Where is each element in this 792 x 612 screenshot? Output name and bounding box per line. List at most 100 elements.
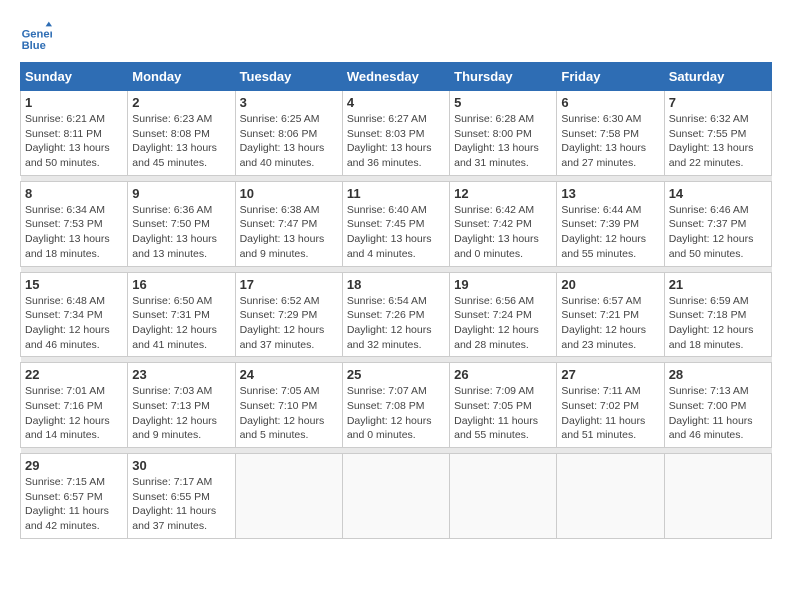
sunset-label: Sunset: 7:47 PM — [240, 218, 318, 230]
sunrise-label: Sunrise: 7:03 AM — [132, 385, 212, 397]
sunset-label: Sunset: 7:08 PM — [347, 400, 425, 412]
day-number: 28 — [669, 367, 767, 382]
day-info: Sunrise: 6:36 AM Sunset: 7:50 PM Dayligh… — [132, 203, 230, 262]
sunrise-label: Sunrise: 7:09 AM — [454, 385, 534, 397]
calendar-day-cell: 9 Sunrise: 6:36 AM Sunset: 7:50 PM Dayli… — [128, 181, 235, 266]
sunrise-label: Sunrise: 6:32 AM — [669, 113, 749, 125]
day-info: Sunrise: 6:28 AM Sunset: 8:00 PM Dayligh… — [454, 112, 552, 171]
day-info: Sunrise: 6:34 AM Sunset: 7:53 PM Dayligh… — [25, 203, 123, 262]
day-number: 4 — [347, 95, 445, 110]
daylight-label: Daylight: 11 hours and 51 minutes. — [561, 415, 645, 442]
column-header-tuesday: Tuesday — [235, 63, 342, 91]
sunrise-label: Sunrise: 6:42 AM — [454, 204, 534, 216]
column-header-thursday: Thursday — [450, 63, 557, 91]
daylight-label: Daylight: 12 hours and 28 minutes. — [454, 324, 539, 351]
calendar-week-row: 29 Sunrise: 7:15 AM Sunset: 6:57 PM Dayl… — [21, 454, 772, 539]
sunset-label: Sunset: 7:05 PM — [454, 400, 532, 412]
sunrise-label: Sunrise: 6:59 AM — [669, 295, 749, 307]
sunrise-label: Sunrise: 7:15 AM — [25, 476, 105, 488]
daylight-label: Daylight: 13 hours and 27 minutes. — [561, 142, 646, 169]
sunrise-label: Sunrise: 7:17 AM — [132, 476, 212, 488]
calendar-day-cell — [235, 454, 342, 539]
sunset-label: Sunset: 7:21 PM — [561, 309, 639, 321]
calendar-week-row: 8 Sunrise: 6:34 AM Sunset: 7:53 PM Dayli… — [21, 181, 772, 266]
calendar-day-cell: 4 Sunrise: 6:27 AM Sunset: 8:03 PM Dayli… — [342, 91, 449, 176]
sunset-label: Sunset: 7:31 PM — [132, 309, 210, 321]
day-info: Sunrise: 6:48 AM Sunset: 7:34 PM Dayligh… — [25, 294, 123, 353]
daylight-label: Daylight: 13 hours and 0 minutes. — [454, 233, 539, 260]
day-info: Sunrise: 7:13 AM Sunset: 7:00 PM Dayligh… — [669, 384, 767, 443]
day-info: Sunrise: 6:56 AM Sunset: 7:24 PM Dayligh… — [454, 294, 552, 353]
calendar-day-cell: 10 Sunrise: 6:38 AM Sunset: 7:47 PM Dayl… — [235, 181, 342, 266]
logo-icon: General Blue — [20, 20, 52, 52]
day-number: 21 — [669, 277, 767, 292]
sunset-label: Sunset: 7:37 PM — [669, 218, 747, 230]
day-number: 15 — [25, 277, 123, 292]
sunrise-label: Sunrise: 6:30 AM — [561, 113, 641, 125]
calendar-day-cell — [342, 454, 449, 539]
sunrise-label: Sunrise: 7:05 AM — [240, 385, 320, 397]
sunrise-label: Sunrise: 6:50 AM — [132, 295, 212, 307]
day-number: 20 — [561, 277, 659, 292]
sunrise-label: Sunrise: 6:52 AM — [240, 295, 320, 307]
column-header-wednesday: Wednesday — [342, 63, 449, 91]
daylight-label: Daylight: 13 hours and 40 minutes. — [240, 142, 325, 169]
day-number: 7 — [669, 95, 767, 110]
calendar-day-cell: 3 Sunrise: 6:25 AM Sunset: 8:06 PM Dayli… — [235, 91, 342, 176]
sunset-label: Sunset: 6:55 PM — [132, 491, 210, 503]
daylight-label: Daylight: 11 hours and 55 minutes. — [454, 415, 538, 442]
day-number: 16 — [132, 277, 230, 292]
sunset-label: Sunset: 7:53 PM — [25, 218, 103, 230]
column-header-sunday: Sunday — [21, 63, 128, 91]
sunset-label: Sunset: 7:00 PM — [669, 400, 747, 412]
daylight-label: Daylight: 13 hours and 50 minutes. — [25, 142, 110, 169]
day-info: Sunrise: 6:59 AM Sunset: 7:18 PM Dayligh… — [669, 294, 767, 353]
day-info: Sunrise: 6:50 AM Sunset: 7:31 PM Dayligh… — [132, 294, 230, 353]
calendar-day-cell: 11 Sunrise: 6:40 AM Sunset: 7:45 PM Dayl… — [342, 181, 449, 266]
day-info: Sunrise: 6:25 AM Sunset: 8:06 PM Dayligh… — [240, 112, 338, 171]
sunset-label: Sunset: 7:29 PM — [240, 309, 318, 321]
calendar-day-cell: 18 Sunrise: 6:54 AM Sunset: 7:26 PM Dayl… — [342, 272, 449, 357]
sunrise-label: Sunrise: 6:57 AM — [561, 295, 641, 307]
calendar-day-cell: 5 Sunrise: 6:28 AM Sunset: 8:00 PM Dayli… — [450, 91, 557, 176]
sunrise-label: Sunrise: 6:46 AM — [669, 204, 749, 216]
day-number: 8 — [25, 186, 123, 201]
daylight-label: Daylight: 12 hours and 23 minutes. — [561, 324, 646, 351]
calendar-day-cell: 14 Sunrise: 6:46 AM Sunset: 7:37 PM Dayl… — [664, 181, 771, 266]
day-number: 9 — [132, 186, 230, 201]
calendar-week-row: 15 Sunrise: 6:48 AM Sunset: 7:34 PM Dayl… — [21, 272, 772, 357]
day-info: Sunrise: 6:42 AM Sunset: 7:42 PM Dayligh… — [454, 203, 552, 262]
calendar-day-cell: 22 Sunrise: 7:01 AM Sunset: 7:16 PM Dayl… — [21, 363, 128, 448]
sunrise-label: Sunrise: 7:13 AM — [669, 385, 749, 397]
page-header: General Blue — [20, 20, 772, 52]
day-number: 24 — [240, 367, 338, 382]
sunrise-label: Sunrise: 7:07 AM — [347, 385, 427, 397]
day-info: Sunrise: 6:21 AM Sunset: 8:11 PM Dayligh… — [25, 112, 123, 171]
sunset-label: Sunset: 7:24 PM — [454, 309, 532, 321]
day-number: 17 — [240, 277, 338, 292]
day-info: Sunrise: 7:09 AM Sunset: 7:05 PM Dayligh… — [454, 384, 552, 443]
sunset-label: Sunset: 7:55 PM — [669, 128, 747, 140]
sunrise-label: Sunrise: 6:27 AM — [347, 113, 427, 125]
calendar-day-cell: 28 Sunrise: 7:13 AM Sunset: 7:00 PM Dayl… — [664, 363, 771, 448]
calendar-day-cell: 30 Sunrise: 7:17 AM Sunset: 6:55 PM Dayl… — [128, 454, 235, 539]
calendar-day-cell: 13 Sunrise: 6:44 AM Sunset: 7:39 PM Dayl… — [557, 181, 664, 266]
day-number: 22 — [25, 367, 123, 382]
sunrise-label: Sunrise: 7:11 AM — [561, 385, 640, 397]
sunrise-label: Sunrise: 7:01 AM — [25, 385, 105, 397]
daylight-label: Daylight: 12 hours and 46 minutes. — [25, 324, 110, 351]
calendar-day-cell: 25 Sunrise: 7:07 AM Sunset: 7:08 PM Dayl… — [342, 363, 449, 448]
calendar-day-cell: 19 Sunrise: 6:56 AM Sunset: 7:24 PM Dayl… — [450, 272, 557, 357]
calendar-day-cell: 20 Sunrise: 6:57 AM Sunset: 7:21 PM Dayl… — [557, 272, 664, 357]
day-info: Sunrise: 7:11 AM Sunset: 7:02 PM Dayligh… — [561, 384, 659, 443]
daylight-label: Daylight: 13 hours and 31 minutes. — [454, 142, 539, 169]
calendar-day-cell — [557, 454, 664, 539]
daylight-label: Daylight: 12 hours and 0 minutes. — [347, 415, 432, 442]
sunrise-label: Sunrise: 6:44 AM — [561, 204, 641, 216]
day-info: Sunrise: 6:44 AM Sunset: 7:39 PM Dayligh… — [561, 203, 659, 262]
sunrise-label: Sunrise: 6:40 AM — [347, 204, 427, 216]
sunrise-label: Sunrise: 6:36 AM — [132, 204, 212, 216]
daylight-label: Daylight: 13 hours and 13 minutes. — [132, 233, 217, 260]
daylight-label: Daylight: 12 hours and 37 minutes. — [240, 324, 325, 351]
day-number: 13 — [561, 186, 659, 201]
